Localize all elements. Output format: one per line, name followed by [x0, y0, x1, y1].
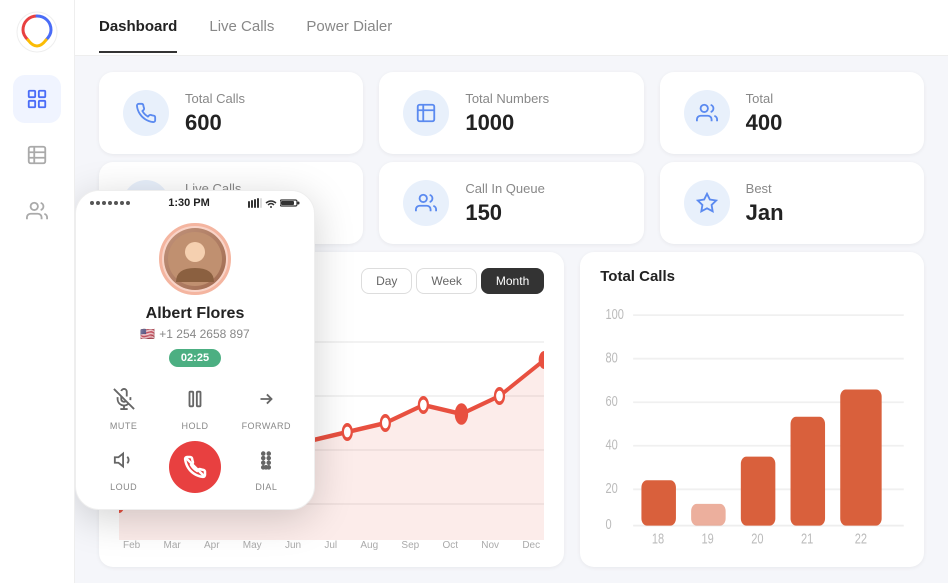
loud-action[interactable]: LOUD: [92, 442, 155, 492]
filter-day[interactable]: Day: [361, 268, 412, 294]
phone-end-row: LOUD: [92, 441, 298, 493]
svg-text:21: 21: [801, 530, 813, 547]
stat-total-calls: Total Calls 600: [99, 72, 363, 154]
total-calls-label: Total Calls: [185, 91, 245, 106]
total-numbers-label: Total Numbers: [465, 91, 549, 106]
loud-label: LOUD: [110, 482, 137, 492]
bar-chart-card: Total Calls 100 80 60 40 20 0 1: [580, 252, 924, 567]
sidebar-item-dialer[interactable]: [13, 131, 61, 179]
month-jun: Jun: [285, 540, 301, 551]
filter-week[interactable]: Week: [416, 268, 476, 294]
stats-row-1: Total Calls 600 Total Numbers 1000: [75, 56, 948, 162]
phone-icon-bg: [123, 90, 169, 136]
svg-text:100: 100: [606, 305, 624, 322]
svg-text:20: 20: [606, 479, 618, 496]
month-may: May: [243, 540, 262, 551]
bar-chart-svg: 100 80 60 40 20 0 18 19: [600, 297, 904, 551]
month-feb: Feb: [123, 540, 140, 551]
month-dec: Dec: [522, 540, 540, 551]
bar-chart-header: Total Calls: [600, 268, 904, 285]
svg-text:80: 80: [606, 349, 618, 366]
phone-overlay: 1:30 PM Albert Flores 🇺: [75, 190, 315, 510]
svg-text:60: 60: [606, 392, 618, 409]
month-mar: Mar: [163, 540, 180, 551]
tab-live-calls[interactable]: Live Calls: [209, 2, 274, 53]
sidebar: [0, 0, 75, 583]
phone-body: Albert Flores 🇺🇸 +1 254 2658 897 02:25: [76, 211, 314, 509]
total-calls-value: 600: [185, 110, 245, 136]
end-call-button[interactable]: [169, 441, 221, 493]
month-nov: Nov: [481, 540, 499, 551]
forward-action[interactable]: FORWARD: [235, 381, 298, 431]
best-label: Best: [746, 181, 784, 196]
tab-power-dialer[interactable]: Power Dialer: [306, 2, 392, 53]
phone-status-icons: [248, 198, 300, 208]
svg-text:19: 19: [702, 530, 714, 547]
loud-icon: [106, 442, 142, 478]
hold-label: HOLD: [181, 421, 208, 431]
svg-text:0: 0: [606, 516, 612, 533]
status-dots: [90, 201, 130, 205]
queue-icon-bg: [403, 180, 449, 226]
total-label: Total: [746, 91, 783, 106]
svg-text:22: 22: [855, 530, 867, 547]
tab-dashboard[interactable]: Dashboard: [99, 2, 177, 53]
hold-icon: [177, 381, 213, 417]
phone-time: 1:30 PM: [168, 197, 210, 209]
filter-month[interactable]: Month: [481, 268, 544, 294]
dial-action[interactable]: DIAL: [235, 442, 298, 492]
dial-icon: [248, 442, 284, 478]
mute-icon: [106, 381, 142, 417]
bar-chart-title: Total Calls: [600, 268, 675, 285]
total-numbers-value: 1000: [465, 110, 549, 136]
stat-total-numbers: Total Numbers 1000: [379, 72, 643, 154]
month-labels: Feb Mar Apr May Jun Jul Aug Sep Oct Nov …: [119, 540, 544, 551]
call-queue-label: Call In Queue: [465, 181, 545, 196]
mute-action[interactable]: MUTE: [92, 381, 155, 431]
best-value: Jan: [746, 200, 784, 226]
month-aug: Aug: [360, 540, 378, 551]
flag-icon: 🇺🇸: [140, 327, 155, 341]
time-filter: Day Week Month: [361, 268, 544, 294]
avatar-ring: [159, 223, 231, 295]
sidebar-item-dashboard[interactable]: [13, 75, 61, 123]
stat-best: Best Jan: [660, 162, 924, 244]
avatar: [164, 228, 226, 290]
forward-label: FORWARD: [242, 421, 292, 431]
logo: [15, 10, 59, 59]
sidebar-item-contacts[interactable]: [13, 187, 61, 235]
mute-label: MUTE: [110, 421, 138, 431]
svg-text:20: 20: [752, 530, 764, 547]
hold-action[interactable]: HOLD: [163, 381, 226, 431]
month-sep: Sep: [401, 540, 419, 551]
month-apr: Apr: [204, 540, 220, 551]
tabs-bar: Dashboard Live Calls Power Dialer: [75, 0, 948, 56]
stat-call-queue: Call In Queue 150: [379, 162, 643, 244]
svg-text:40: 40: [606, 436, 618, 453]
users-icon-bg: [684, 90, 730, 136]
hash-icon-bg: [403, 90, 449, 136]
dial-label: DIAL: [255, 482, 277, 492]
stat-total: Total 400: [660, 72, 924, 154]
svg-text:18: 18: [652, 530, 664, 547]
phone-actions: MUTE HOLD: [92, 381, 298, 431]
caller-number: 🇺🇸 +1 254 2658 897: [140, 327, 249, 341]
call-queue-value: 150: [465, 200, 545, 226]
forward-icon: [248, 381, 284, 417]
month-oct: Oct: [442, 540, 458, 551]
month-jul: Jul: [324, 540, 337, 551]
total-value: 400: [746, 110, 783, 136]
call-timer: 02:25: [169, 349, 221, 367]
caller-name: Albert Flores: [146, 305, 245, 323]
main-content: Dashboard Live Calls Power Dialer Total …: [75, 0, 948, 583]
star-icon-bg: [684, 180, 730, 226]
phone-statusbar: 1:30 PM: [76, 191, 314, 211]
